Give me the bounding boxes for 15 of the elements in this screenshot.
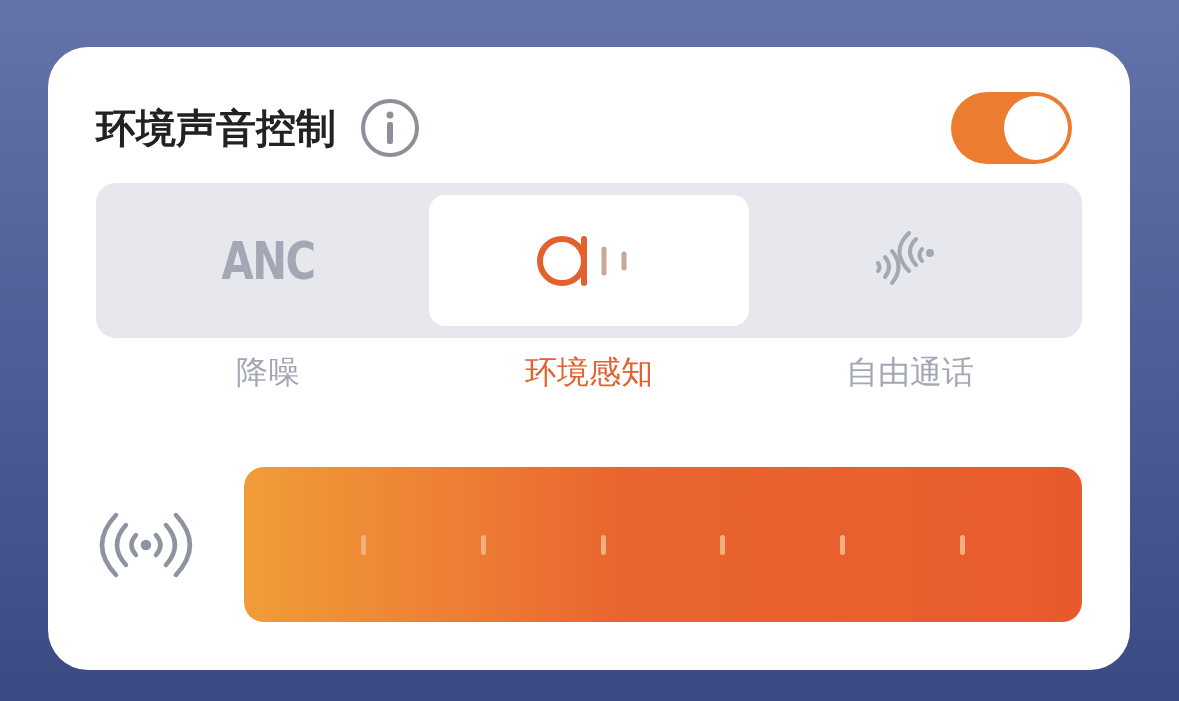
tick-mark [839,534,845,555]
mode-label: 环境感知 [525,353,653,392]
info-icon[interactable] [360,98,420,158]
section-title: 环境声音控制 [96,105,336,152]
mode-label: 降噪 [236,353,301,392]
tick-mark [480,534,486,555]
anc-logo: ANC [221,234,315,287]
mode-label: 自由通话 [845,353,974,392]
tick-mark [600,534,606,555]
tick-mark [959,534,965,555]
tick-mark [361,534,367,555]
mode-tab[interactable] [428,195,750,326]
tick-mark [720,534,726,555]
mode-tab[interactable]: ANC [108,195,429,326]
slider-fill[interactable] [243,467,1082,622]
